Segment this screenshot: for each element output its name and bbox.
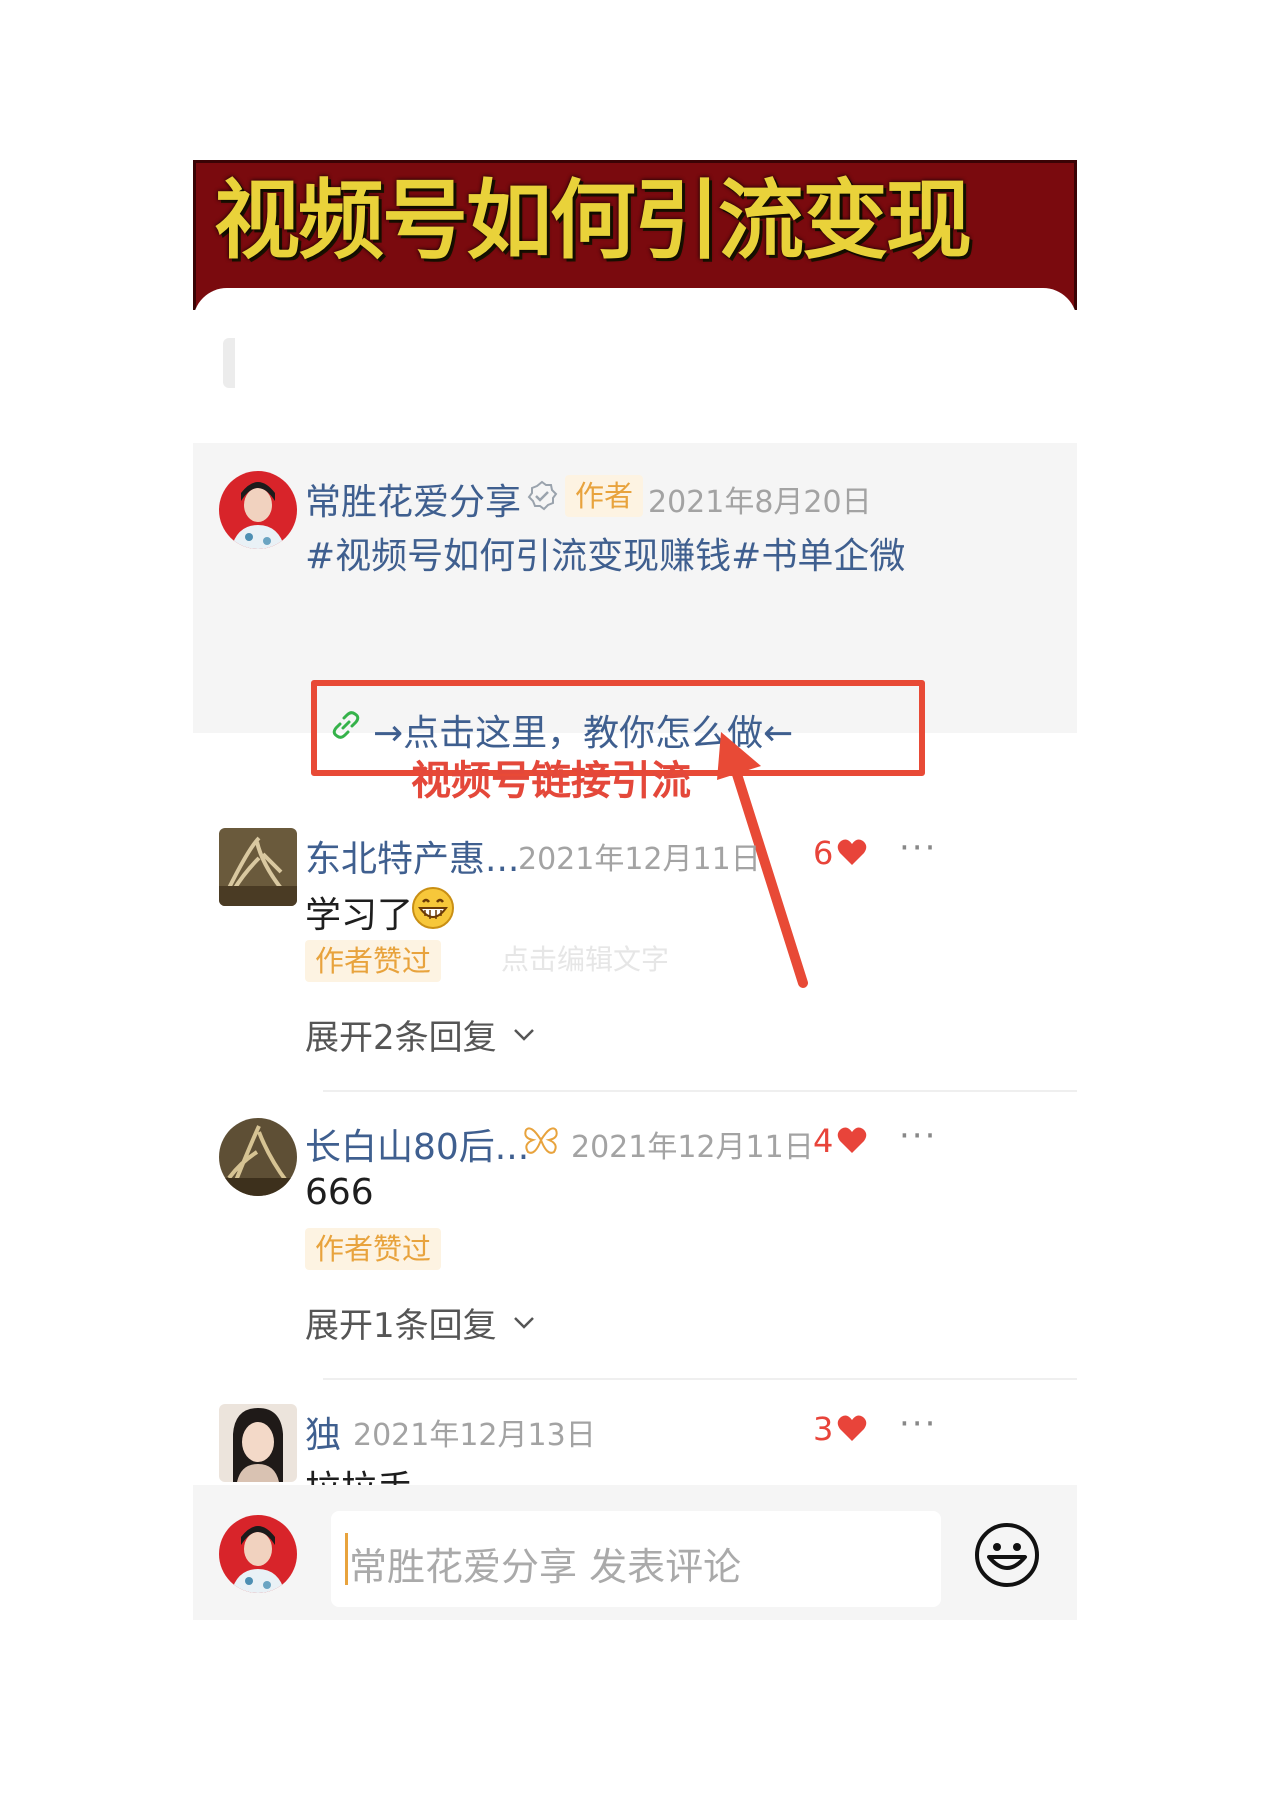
commenter-name[interactable]: 独 — [305, 1406, 341, 1458]
comment-text: 学习了 — [305, 895, 414, 936]
banner-title: 视频号如何引流变现 — [214, 171, 972, 271]
sheet-handle[interactable] — [223, 338, 235, 388]
more-icon[interactable]: ··· — [899, 828, 937, 868]
like-count: 4 — [813, 1122, 834, 1160]
commenter-avatar[interactable] — [219, 828, 297, 906]
expand-replies[interactable]: 展开1条回复 — [305, 1298, 497, 1347]
comment-date: 2021年12月11日 — [518, 842, 761, 877]
my-avatar — [219, 1515, 297, 1593]
emoji-icon[interactable] — [973, 1521, 1041, 1589]
liked-by-author-badge: 作者赞过 — [305, 940, 442, 982]
author-tag: 作者 — [565, 475, 644, 517]
more-icon[interactable]: ··· — [899, 1404, 937, 1444]
comment-date: 2021年12月11日 — [571, 1130, 814, 1165]
liked-by-author-badge: 作者赞过 — [305, 1228, 442, 1270]
faint-overlay-text: 点击编辑文字 — [501, 943, 670, 976]
grin-emoji-icon — [412, 887, 454, 929]
comment-sheet: 常胜花爱分享 作者 2021年8月20日 #视频号如何引流变现赚钱#书单企微 →… — [193, 288, 1077, 1660]
commenter-avatar[interactable] — [219, 1118, 297, 1196]
commenter-avatar[interactable] — [219, 1404, 297, 1482]
chevron-down-icon — [514, 1029, 534, 1041]
comment-divider — [323, 1378, 1077, 1380]
more-icon[interactable]: ··· — [899, 1116, 937, 1156]
author-avatar[interactable] — [219, 471, 297, 549]
comment-input[interactable]: 常胜花爱分享 发表评论 — [331, 1511, 941, 1607]
heart-icon[interactable] — [837, 1414, 867, 1442]
expand-replies[interactable]: 展开2条回复 — [305, 1010, 497, 1059]
comment-input-placeholder: 常胜花爱分享 发表评论 — [349, 1545, 742, 1589]
annotation-label: 视频号链接引流 — [411, 758, 691, 804]
comment-text: 666 — [305, 1172, 374, 1213]
heart-icon[interactable] — [837, 1126, 867, 1154]
verified-badge-icon — [527, 480, 558, 511]
phone-screen: 视频号如何引流变现 常胜花爱分享 作者 2021年8月20日 #视频号如何引流变… — [193, 160, 1077, 1660]
link-icon — [332, 711, 360, 739]
chevron-down-icon — [514, 1317, 534, 1329]
like-count: 3 — [813, 1410, 834, 1448]
commenter-name[interactable]: 东北特产惠... — [305, 830, 519, 882]
heart-icon[interactable] — [837, 838, 867, 866]
author-name[interactable]: 常胜花爱分享 — [305, 473, 521, 525]
comment-composer: 常胜花爱分享 发表评论 — [193, 1485, 1077, 1620]
comment-date: 2021年8月20日 — [648, 485, 872, 520]
text-caret — [345, 1533, 348, 1585]
commenter-name[interactable]: 长白山80后... — [305, 1118, 529, 1170]
like-count: 6 — [813, 834, 834, 872]
comment-date: 2021年12月13日 — [353, 1418, 596, 1453]
comment-divider — [323, 1090, 1077, 1092]
comment-hashtags[interactable]: #视频号如何引流变现赚钱#书单企微 — [305, 527, 905, 579]
butterfly-badge-icon — [524, 1127, 558, 1154]
